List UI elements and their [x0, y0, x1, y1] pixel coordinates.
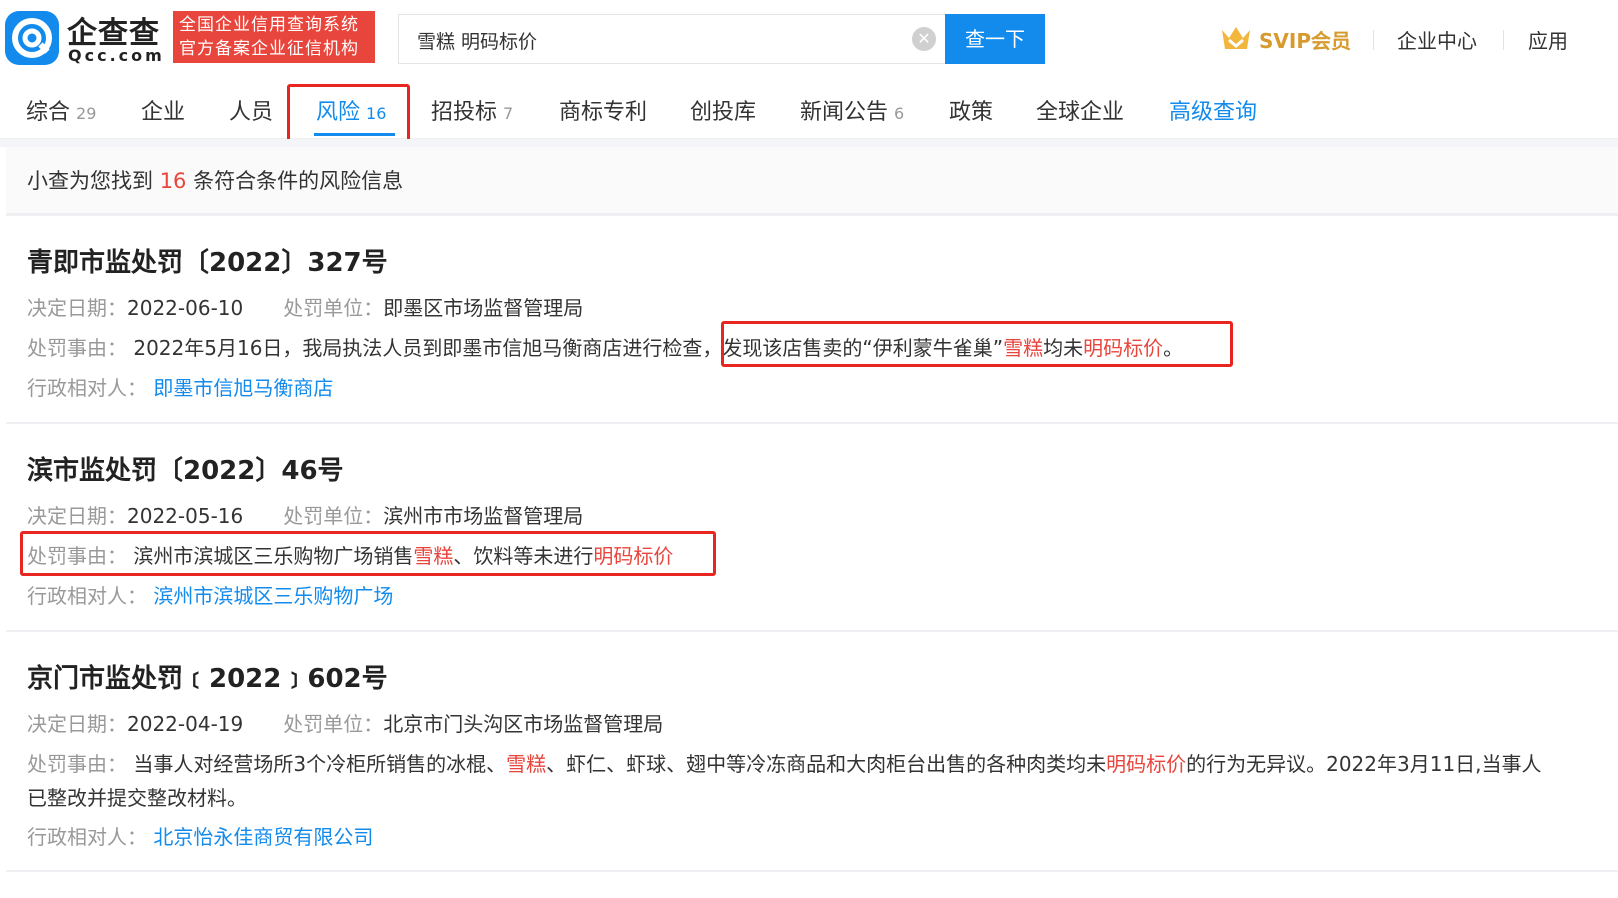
record-divider	[6, 422, 1618, 424]
svip-label: SVIP会员	[1259, 29, 1351, 53]
search-button[interactable]: 查一下	[945, 14, 1045, 64]
tab-people[interactable]: 人员	[229, 94, 273, 126]
date-label: 决定日期：	[27, 504, 127, 528]
tab-label: 高级查询	[1169, 100, 1258, 125]
party-label: 行政相对人：	[27, 825, 147, 849]
search-input[interactable]	[415, 15, 899, 65]
tab-label: 新闻公告	[800, 100, 889, 125]
keyword-highlight: 明码标价	[1106, 752, 1187, 776]
penalty-unit: 北京市门头沟区市场监督管理局	[383, 712, 664, 736]
reason-text: 2022年5月16日，我局执法人员到即墨市信旭马衡商店进行检查，	[133, 336, 723, 360]
tab-comprehensive[interactable]: 综合 29	[26, 94, 96, 126]
tab-bidding[interactable]: 招投标 7	[431, 94, 513, 126]
tab-label: 全球企业	[1036, 100, 1125, 125]
annotation-box	[721, 321, 1233, 367]
annotation-box-risk-tab	[287, 84, 410, 145]
reason-label: 处罚事由：	[27, 752, 127, 776]
badge-line-1: 全国企业信用查询系统	[179, 15, 359, 35]
tab-advanced-search[interactable]: 高级查询	[1169, 94, 1257, 126]
party-link[interactable]: 北京怡永佳商贸有限公司	[153, 825, 373, 849]
crown-icon	[1222, 27, 1250, 49]
decision-date: 2022-04-19	[127, 712, 244, 736]
qcc-logo-icon[interactable]	[5, 11, 59, 65]
record-party: 行政相对人： 北京怡永佳商贸有限公司	[27, 821, 373, 850]
record-title[interactable]: 青即市监处罚〔2022〕327号	[27, 242, 388, 279]
tab-policy[interactable]: 政策	[949, 94, 993, 126]
record-reason: 处罚事由： 当事人对经营场所3个冷柜所销售的冰棍、雪糕、虾仁、虾球、翅中等冷冻商…	[27, 748, 1612, 777]
annotation-box	[20, 531, 716, 576]
record-party: 行政相对人： 滨州市滨城区三乐购物广场	[27, 580, 393, 609]
record-meta: 决定日期：2022-05-16 处罚单位：滨州市市场监督管理局	[27, 500, 583, 529]
record-divider	[6, 214, 1618, 216]
tab-label: 政策	[949, 100, 994, 125]
party-link[interactable]: 滨州市滨城区三乐购物广场	[153, 584, 393, 608]
tab-count: 29	[76, 104, 97, 123]
decision-date: 2022-06-10	[127, 296, 244, 320]
tab-label: 人员	[229, 100, 274, 125]
logo-domain[interactable]: Qcc.com	[68, 46, 165, 65]
date-label: 决定日期：	[27, 296, 127, 320]
tab-news[interactable]: 新闻公告 6	[800, 94, 904, 126]
search-box: ✕	[398, 14, 946, 65]
tab-count: 7	[503, 104, 514, 123]
penalty-unit: 即墨区市场监督管理局	[383, 296, 584, 320]
reason-text: 的行为无异议。2022年3月11日,当事人	[1186, 752, 1542, 776]
header-divider	[1373, 30, 1374, 50]
result-summary: 小查为您找到 16 条符合条件的风险信息	[27, 165, 403, 195]
record-divider	[6, 630, 1618, 632]
header-divider	[1503, 30, 1504, 50]
credit-system-badge: 全国企业信用查询系统 官方备案企业征信机构	[173, 11, 375, 63]
record-title[interactable]: 滨市监处罚〔2022〕46号	[27, 450, 344, 487]
date-label: 决定日期：	[27, 712, 127, 736]
party-link[interactable]: 即墨市信旭马衡商店	[153, 376, 333, 400]
record-meta: 决定日期：2022-06-10 处罚单位：即墨区市场监督管理局	[27, 292, 583, 321]
record-title[interactable]: 京门市监处罚﹝2022﹞602号	[27, 658, 388, 695]
summary-suffix: 条符合条件的风险信息	[193, 169, 404, 193]
tab-label: 企业	[141, 100, 186, 125]
tab-enterprise[interactable]: 企业	[141, 94, 185, 126]
enterprise-center-link[interactable]: 企业中心	[1397, 25, 1477, 54]
record-divider	[6, 870, 1618, 872]
penalty-unit: 滨州市市场监督管理局	[383, 504, 584, 528]
tab-trademark-patent[interactable]: 商标专利	[559, 94, 647, 126]
decision-date: 2022-05-16	[127, 504, 244, 528]
summary-prefix: 小查为您找到	[27, 169, 153, 193]
record-reason-continued: 已整改并提交整改材料。	[27, 786, 247, 810]
party-label: 行政相对人：	[27, 584, 147, 608]
reason-text: 、虾仁、虾球、翅中等冷冻商品和大肉柜台出售的各种肉类均未	[546, 752, 1107, 776]
record-meta: 决定日期：2022-04-19 处罚单位：北京市门头沟区市场监督管理局	[27, 708, 663, 737]
content-gap	[0, 139, 1618, 147]
unit-label: 处罚单位：	[283, 712, 384, 736]
tab-venture[interactable]: 创投库	[690, 94, 756, 126]
clear-search-icon[interactable]: ✕	[912, 27, 936, 51]
unit-label: 处罚单位：	[283, 296, 384, 320]
badge-line-2: 官方备案企业征信机构	[179, 39, 359, 59]
tab-label: 招投标	[431, 100, 498, 125]
tab-global[interactable]: 全球企业	[1036, 94, 1124, 126]
record-party: 行政相对人： 即墨市信旭马衡商店	[27, 372, 333, 401]
keyword-highlight: 雪糕	[506, 752, 547, 776]
tab-label: 创投库	[690, 100, 757, 125]
search-tabs: 综合 29 企业 人员 风险 16 招投标 7 商标专利 创投库 新闻公告 6 政策 全…	[0, 80, 1618, 139]
reason-label: 处罚事由：	[27, 336, 127, 360]
tab-label: 综合	[26, 100, 71, 125]
top-header: 企查查 Qcc.com 全国企业信用查询系统 官方备案企业征信机构 ✕ 查一下 …	[0, 0, 1618, 78]
summary-count: 16	[159, 169, 187, 193]
reason-text: 当事人对经营场所3个冷柜所销售的冰棍、	[133, 752, 507, 776]
party-label: 行政相对人：	[27, 376, 147, 400]
tab-label: 商标专利	[559, 100, 648, 125]
apps-link[interactable]: 应用	[1528, 25, 1568, 54]
tab-count: 6	[894, 104, 905, 123]
unit-label: 处罚单位：	[283, 504, 384, 528]
